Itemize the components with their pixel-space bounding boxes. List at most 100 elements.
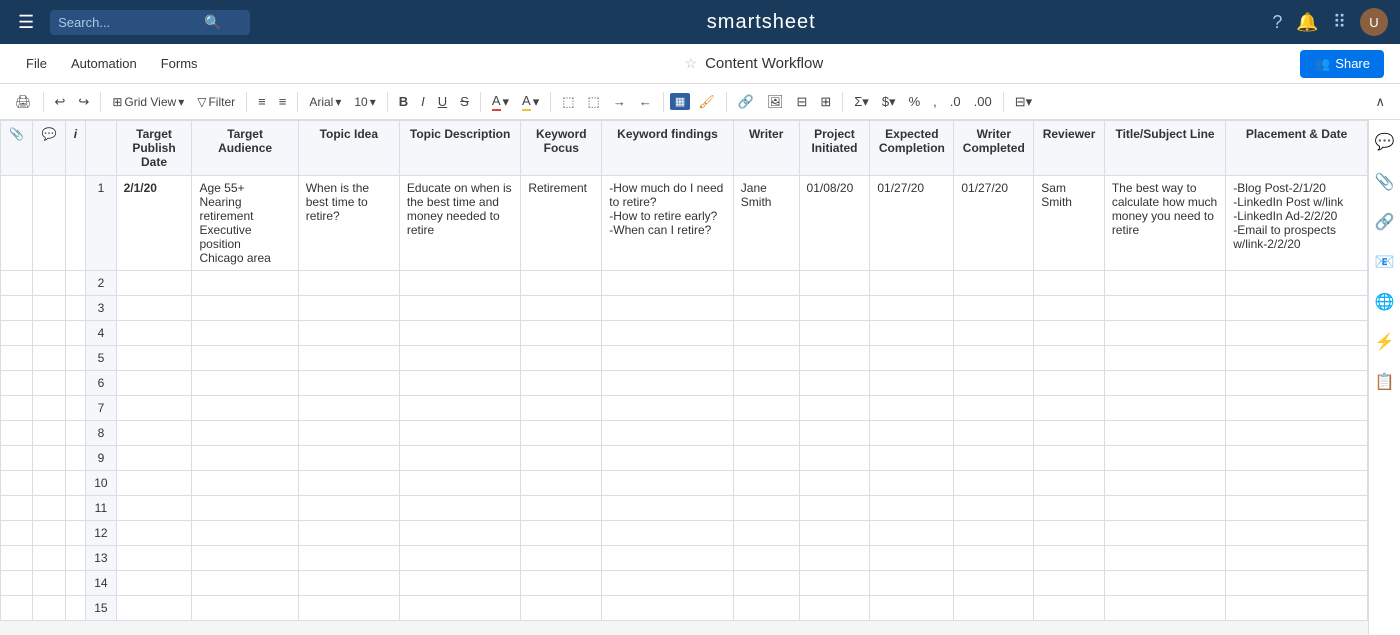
cell-project_initiated[interactable]: [799, 271, 870, 296]
cell-target_audience[interactable]: [192, 571, 298, 596]
cell-num[interactable]: 4: [86, 321, 116, 346]
cell-info[interactable]: [65, 446, 86, 471]
image-button[interactable]: 🖼: [762, 91, 789, 113]
cell-keyword_focus[interactable]: [521, 571, 602, 596]
header-target-audience[interactable]: Target Audience: [192, 121, 298, 176]
cell-project_initiated[interactable]: [799, 496, 870, 521]
cell-target_publish_date[interactable]: [116, 571, 192, 596]
file-menu[interactable]: File: [16, 52, 57, 75]
cell-topic_description[interactable]: [399, 421, 520, 446]
table-row[interactable]: 2: [1, 271, 1368, 296]
cell-topic_description[interactable]: [399, 496, 520, 521]
cell-comment[interactable]: [33, 176, 65, 271]
cell-expected_completion[interactable]: [870, 296, 954, 321]
header-keyword-focus[interactable]: Keyword Focus: [521, 121, 602, 176]
outdent-button[interactable]: ←: [634, 91, 657, 112]
cell-keyword_findings[interactable]: [602, 396, 734, 421]
decimal-inc-button[interactable]: .00: [969, 91, 997, 112]
cell-placement_date[interactable]: [1226, 471, 1368, 496]
cell-writer[interactable]: [733, 596, 799, 621]
cell-info[interactable]: [65, 371, 86, 396]
collapse-rows-button[interactable]: ∧: [1370, 91, 1390, 113]
cell-comment[interactable]: [33, 321, 65, 346]
cell-target_publish_date[interactable]: [116, 346, 192, 371]
share-button[interactable]: 👥 Share: [1300, 50, 1384, 78]
cell-comment[interactable]: [33, 271, 65, 296]
cell-placement_date[interactable]: [1226, 421, 1368, 446]
align-left-button[interactable]: ≡: [253, 91, 271, 112]
currency-button[interactable]: $▾: [877, 91, 901, 113]
cell-target_audience[interactable]: [192, 521, 298, 546]
table-row[interactable]: 12: [1, 521, 1368, 546]
cell-placement_date[interactable]: [1226, 371, 1368, 396]
cell-keyword_findings[interactable]: [602, 296, 734, 321]
cell-target_publish_date[interactable]: [116, 496, 192, 521]
cell-target_publish_date[interactable]: [116, 546, 192, 571]
header-topic-description[interactable]: Topic Description: [399, 121, 520, 176]
cell-project_initiated[interactable]: [799, 396, 870, 421]
cell-paperclip[interactable]: [1, 496, 33, 521]
cell-writer_completed[interactable]: [954, 271, 1034, 296]
cell-project_initiated[interactable]: [799, 546, 870, 571]
cell-topic_idea[interactable]: [298, 396, 399, 421]
cell-project_initiated[interactable]: [799, 596, 870, 621]
percent-button[interactable]: %: [904, 91, 926, 112]
strikethrough-button[interactable]: S: [455, 91, 474, 112]
cell-topic_description[interactable]: [399, 571, 520, 596]
table-row[interactable]: 10: [1, 471, 1368, 496]
align-text-center-button[interactable]: ⬚: [583, 91, 605, 113]
cell-writer_completed[interactable]: [954, 521, 1034, 546]
cell-expected_completion[interactable]: [870, 321, 954, 346]
redo-button[interactable]: ↪: [73, 91, 94, 113]
cell-topic_idea[interactable]: [298, 271, 399, 296]
paint-brush-button[interactable]: 🖌: [693, 91, 720, 113]
cell-comment[interactable]: [33, 496, 65, 521]
cell-topic_idea[interactable]: [298, 371, 399, 396]
table-row[interactable]: 11: [1, 496, 1368, 521]
cell-paperclip[interactable]: [1, 296, 33, 321]
cell-topic_description[interactable]: [399, 321, 520, 346]
cell-reviewer[interactable]: [1034, 296, 1105, 321]
cell-placement_date[interactable]: [1226, 346, 1368, 371]
cell-keyword_focus[interactable]: [521, 396, 602, 421]
header-title-subject[interactable]: Title/Subject Line: [1104, 121, 1225, 176]
cell-comment[interactable]: [33, 346, 65, 371]
cell-keyword_findings[interactable]: -How much do I need to retire? -How to r…: [602, 176, 734, 271]
cell-writer[interactable]: [733, 446, 799, 471]
cell-keyword_focus[interactable]: [521, 446, 602, 471]
cell-keyword_findings[interactable]: [602, 371, 734, 396]
cell-writer[interactable]: [733, 271, 799, 296]
print-button[interactable]: 🖨: [10, 91, 37, 113]
cell-topic_description[interactable]: [399, 396, 520, 421]
table-row[interactable]: 15: [1, 596, 1368, 621]
cell-topic_idea[interactable]: [298, 296, 399, 321]
header-project-initiated[interactable]: Project Initiated: [799, 121, 870, 176]
cell-title_subject[interactable]: [1104, 321, 1225, 346]
cell-writer_completed[interactable]: [954, 396, 1034, 421]
cell-title_subject[interactable]: [1104, 571, 1225, 596]
cell-title_subject[interactable]: [1104, 421, 1225, 446]
align-text-left-button[interactable]: ⬚: [557, 91, 579, 113]
cell-placement_date[interactable]: [1226, 521, 1368, 546]
cell-topic_description[interactable]: [399, 546, 520, 571]
cell-writer[interactable]: [733, 471, 799, 496]
cell-info[interactable]: [65, 521, 86, 546]
cell-paperclip[interactable]: [1, 421, 33, 446]
table-row[interactable]: 12/1/20Age 55+ Nearing retirement Execut…: [1, 176, 1368, 271]
cell-target_publish_date[interactable]: [116, 471, 192, 496]
cell-comment[interactable]: [33, 546, 65, 571]
cell-expected_completion[interactable]: [870, 371, 954, 396]
cell-target_audience[interactable]: [192, 371, 298, 396]
cell-project_initiated[interactable]: [799, 421, 870, 446]
cell-keyword_findings[interactable]: [602, 346, 734, 371]
cell-writer_completed[interactable]: [954, 296, 1034, 321]
cell-target_publish_date[interactable]: [116, 596, 192, 621]
cell-writer_completed[interactable]: [954, 571, 1034, 596]
cell-expected_completion[interactable]: [870, 471, 954, 496]
cell-keyword_focus[interactable]: [521, 346, 602, 371]
cell-num[interactable]: 9: [86, 446, 116, 471]
cell-writer[interactable]: [733, 321, 799, 346]
cell-num[interactable]: 7: [86, 396, 116, 421]
cell-writer[interactable]: [733, 371, 799, 396]
cell-topic_idea[interactable]: [298, 546, 399, 571]
